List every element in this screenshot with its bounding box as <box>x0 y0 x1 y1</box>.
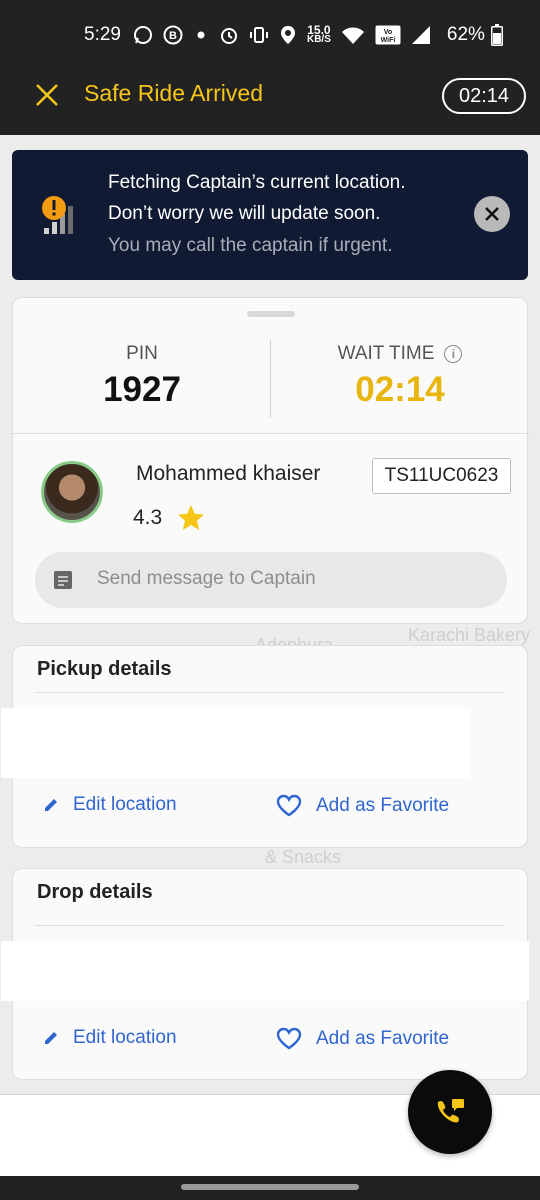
whatsapp-icon <box>133 25 153 45</box>
heart-icon <box>276 1027 302 1050</box>
divider <box>13 433 529 434</box>
notice-text-1: Fetching Captain’s current location. <box>108 172 406 193</box>
edit-location-label: Edit location <box>73 794 177 815</box>
message-icon <box>53 570 73 590</box>
edit-location-label: Edit location <box>73 1027 177 1048</box>
star-icon <box>176 503 206 533</box>
cell-signal-icon <box>411 25 431 45</box>
map-label: Karachi Bakery <box>408 625 531 645</box>
alarm-icon <box>219 25 239 45</box>
pencil-icon <box>45 799 57 811</box>
divider <box>35 692 505 693</box>
captain-card: PIN 1927 WAIT TIME i 02:14 Mohammed khai… <box>12 297 529 624</box>
wait-time-value: 02:14 <box>355 370 445 409</box>
call-icon <box>437 1099 464 1123</box>
map-label: & Snacks <box>265 847 342 867</box>
home-gesture-pill[interactable] <box>181 1184 359 1190</box>
message-placeholder: Send message to Captain <box>97 568 316 589</box>
drop-title: Drop details <box>37 881 153 903</box>
app-bar: Safe Ride Arrived 02:14 <box>0 70 540 135</box>
system-nav-bar <box>0 1176 540 1200</box>
captain-rating: 4.3 <box>133 506 163 529</box>
dot-icon <box>193 27 209 43</box>
b-badge-icon: B <box>163 25 183 45</box>
pencil-icon <box>45 1032 57 1044</box>
message-captain-input[interactable]: Send message to Captain <box>35 552 507 608</box>
svg-text:Vo: Vo <box>384 29 392 36</box>
pickup-details-card: Pickup details Edit location Add as Favo… <box>1 645 528 848</box>
status-bar: 5:29 B 15.0 KB/S Vo WiFi 62% <box>0 0 540 70</box>
signal-warning-icon <box>40 194 80 242</box>
vowifi-icon: Vo WiFi <box>375 25 401 45</box>
drop-add-favorite-button[interactable]: Add as Favorite <box>276 1027 449 1051</box>
call-captain-button[interactable] <box>408 1070 492 1154</box>
page-title: Safe Ride Arrived <box>84 80 263 106</box>
drag-handle[interactable] <box>247 311 295 317</box>
status-time: 5:29 <box>84 24 121 45</box>
drop-details-card: Drop details Edit location Add as Favori… <box>1 868 529 1080</box>
wait-time-label-text: WAIT TIME <box>337 343 435 364</box>
notice-text-2: Don’t worry we will update soon. <box>108 203 381 224</box>
location-icon <box>279 25 297 45</box>
pickup-edit-location-button[interactable]: Edit location <box>43 794 177 816</box>
add-favorite-label: Add as Favorite <box>316 1028 450 1049</box>
network-speed: 15.0 KB/S <box>306 23 331 45</box>
pin-label: PIN <box>126 343 158 364</box>
svg-text:B: B <box>169 30 177 42</box>
ride-timer: 02:14 <box>442 78 526 114</box>
svg-text:WiFi: WiFi <box>381 37 396 44</box>
drop-edit-location-button[interactable]: Edit location <box>43 1027 177 1049</box>
location-notice-banner: Fetching Captain’s current location. Don… <box>12 150 528 280</box>
close-icon[interactable] <box>34 82 60 108</box>
vibrate-icon <box>249 25 269 45</box>
pickup-add-favorite-button[interactable]: Add as Favorite <box>276 794 449 818</box>
pin-value: 1927 <box>103 370 181 409</box>
notice-text-3: You may call the captain if urgent. <box>108 235 393 256</box>
redacted-address <box>1 708 471 778</box>
dismiss-icon[interactable] <box>474 196 510 232</box>
vehicle-plate: TS11UC0623 <box>372 458 511 494</box>
info-icon[interactable]: i <box>444 345 463 363</box>
divider <box>35 925 505 926</box>
add-favorite-label: Add as Favorite <box>316 795 450 816</box>
battery-icon <box>490 24 503 46</box>
heart-icon <box>276 794 302 817</box>
wait-time-label: WAIT TIME i <box>271 343 529 365</box>
captain-avatar <box>41 461 103 523</box>
captain-name: Mohammed khaiser <box>136 462 321 485</box>
battery-percent: 62% <box>446 24 485 45</box>
redacted-address <box>1 941 529 1001</box>
pickup-title: Pickup details <box>37 658 172 680</box>
wifi-icon <box>341 25 365 45</box>
